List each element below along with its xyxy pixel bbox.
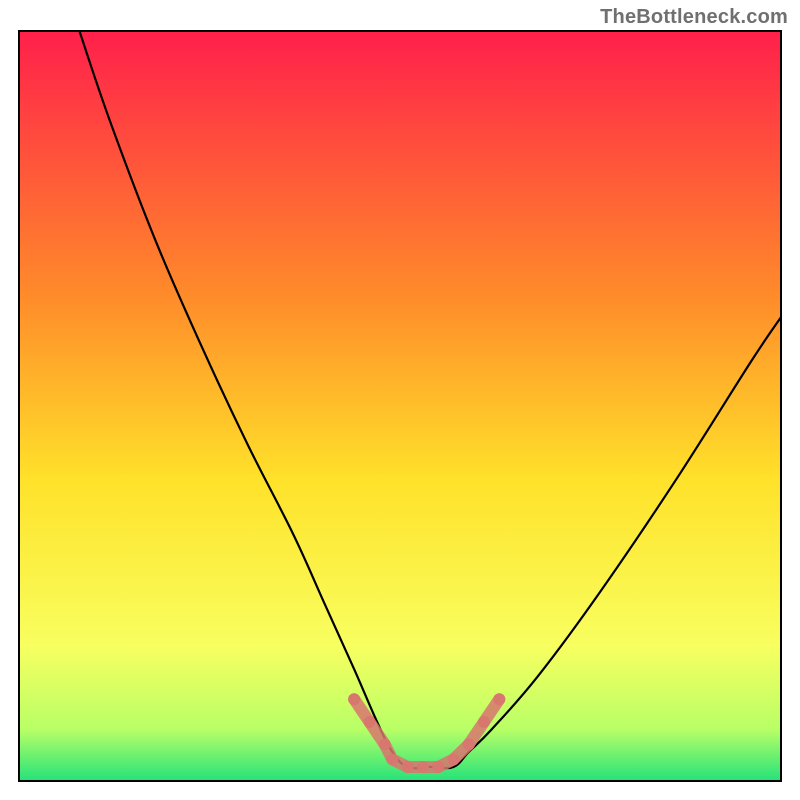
highlight-marker [386, 753, 398, 765]
highlight-marker [463, 738, 475, 750]
chart-container: TheBottleneck.com [0, 0, 800, 800]
highlight-marker [402, 761, 414, 773]
watermark-label: TheBottleneck.com [600, 6, 788, 29]
highlight-marker [379, 738, 391, 750]
highlight-marker [493, 693, 505, 705]
highlight-marker [478, 716, 490, 728]
highlight-marker [348, 693, 360, 705]
highlight-marker [447, 753, 459, 765]
plot-area [18, 30, 782, 782]
highlight-marker [432, 761, 444, 773]
gradient-background [18, 30, 782, 782]
chart-svg [18, 30, 782, 782]
highlight-marker [417, 761, 429, 773]
highlight-marker [363, 716, 375, 728]
